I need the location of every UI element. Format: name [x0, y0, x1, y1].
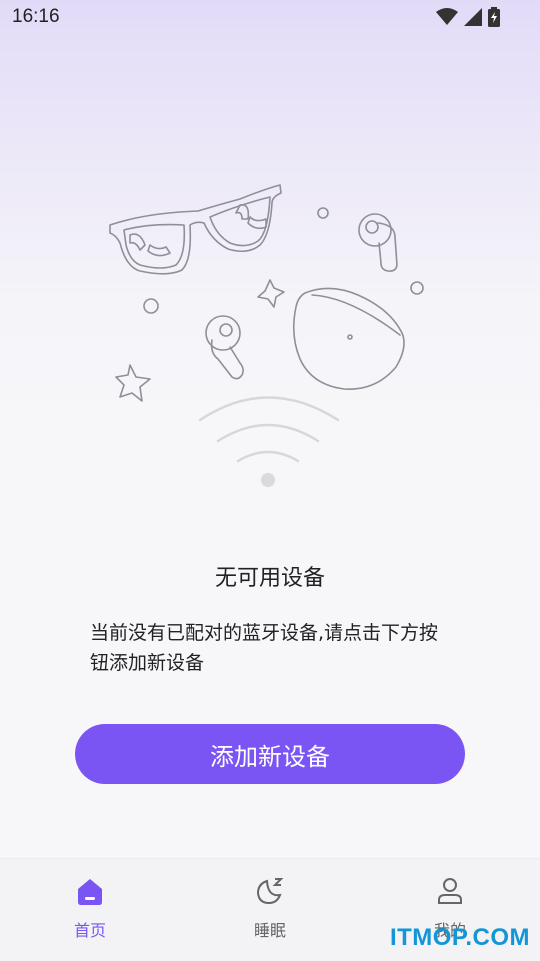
status-icons	[436, 7, 500, 31]
empty-state-title: 无可用设备	[214, 566, 325, 591]
user-icon	[390, 875, 510, 909]
sparkle-star-icon	[115, 364, 151, 402]
moon-sleep-icon	[210, 875, 330, 909]
bluetooth-signal-waves-icon	[198, 396, 340, 487]
wifi-icon	[436, 8, 458, 30]
earbud-icon	[358, 213, 398, 272]
glasses-icon	[109, 184, 282, 275]
watermark: ITMOP.COM	[389, 924, 530, 951]
nav-item-home[interactable]: 首页	[30, 875, 150, 941]
empty-state-illustration	[100, 175, 440, 495]
empty-state-description: 当前没有已配对的蓝牙设备,请点击下方按钮添加新设备	[90, 622, 439, 674]
status-bar: 16:16	[0, 0, 540, 36]
nav-item-sleep[interactable]: 睡眠	[210, 875, 330, 941]
earbuds-case-icon	[292, 287, 405, 390]
nav-label-sleep: 睡眠	[253, 921, 286, 940]
battery-charging-icon	[488, 7, 500, 31]
status-time: 16:16	[12, 6, 60, 27]
home-icon	[30, 875, 150, 909]
cellular-signal-icon	[464, 8, 482, 30]
nav-label-home: 首页	[73, 921, 106, 940]
add-device-button[interactable]: 添加新设备	[75, 724, 465, 784]
sparkle-star-icon	[257, 279, 285, 308]
earbud-icon	[205, 315, 244, 380]
